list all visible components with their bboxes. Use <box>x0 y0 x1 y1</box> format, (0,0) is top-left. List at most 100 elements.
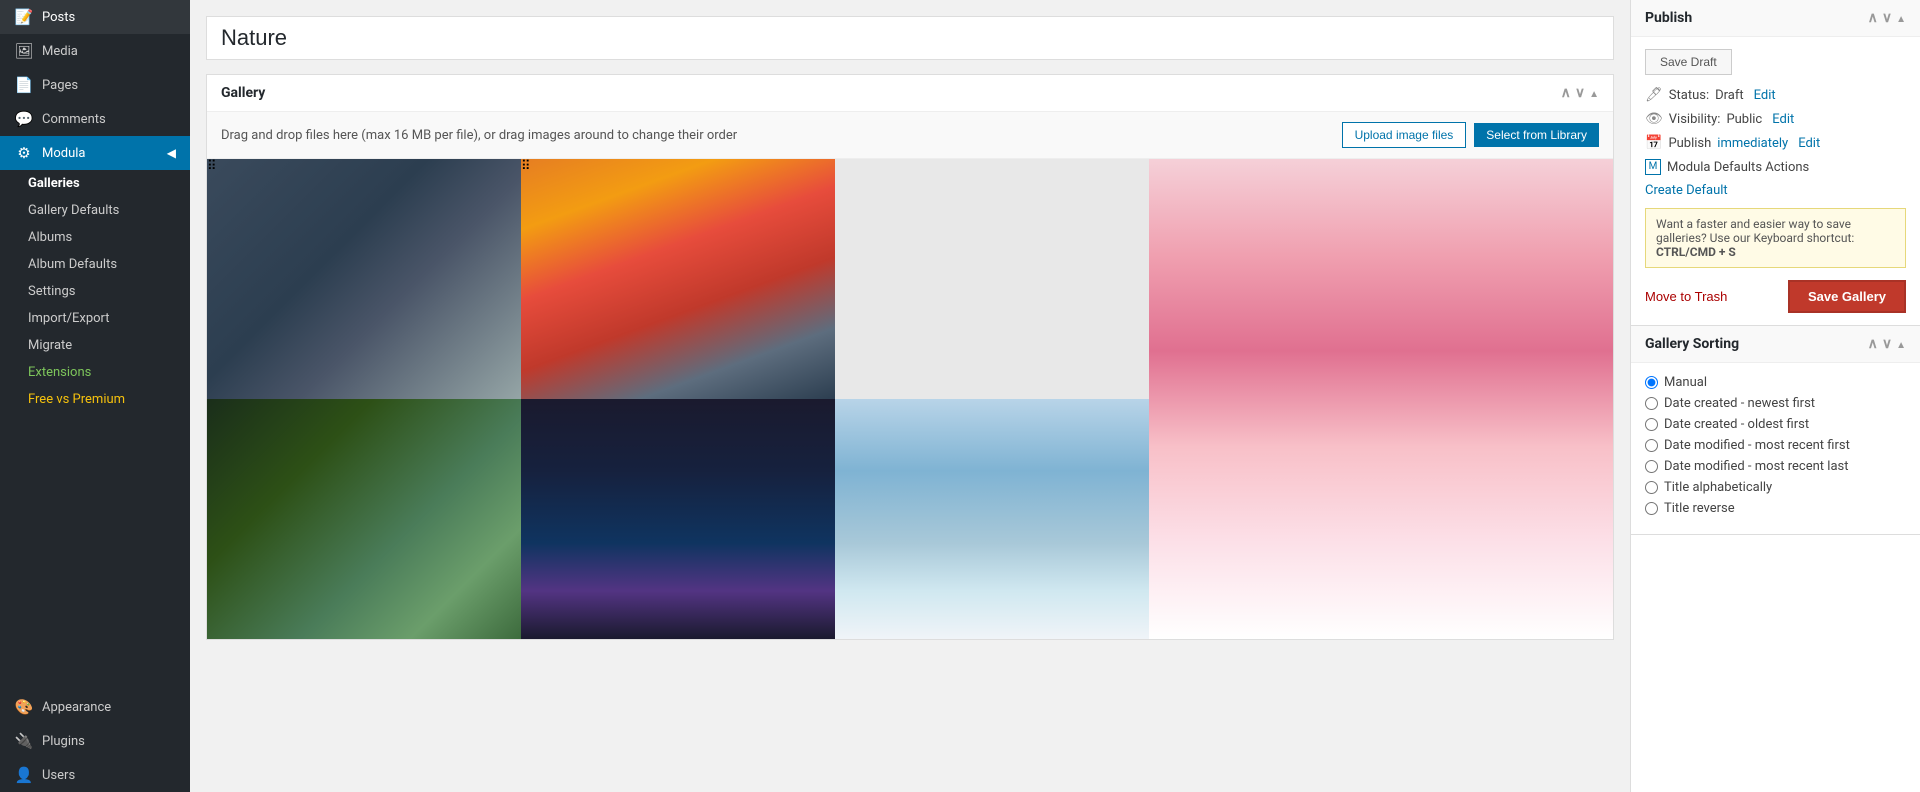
sort-option-title-alpha[interactable]: Title alphabetically <box>1645 480 1906 495</box>
sidebar-item-modula[interactable]: ⚙ Modula ◀ <box>0 136 190 170</box>
save-gallery-button[interactable]: Save Gallery <box>1788 280 1906 313</box>
sidebar-item-posts[interactable]: 📝 Posts <box>0 0 190 34</box>
modula-icon: ⚙ <box>14 144 34 162</box>
sort-label-date-mod-first: Date modified - most recent first <box>1664 438 1850 453</box>
modula-submenu: Galleries Gallery Defaults Albums Album … <box>0 170 190 413</box>
publish-collapse-up[interactable] <box>1868 10 1878 26</box>
gallery-image-4[interactable] <box>207 399 521 639</box>
sort-option-date-mod-last[interactable]: Date modified - most recent last <box>1645 459 1906 474</box>
gallery-panel-title: Gallery <box>221 85 1551 101</box>
sidebar-sub-albums[interactable]: Albums <box>0 224 190 251</box>
gallery-bottom-row <box>207 399 1149 639</box>
gallery-sorting-title: Gallery Sorting <box>1645 336 1860 352</box>
sidebar-sub-extensions[interactable]: Extensions <box>0 359 190 386</box>
sort-option-date-newest[interactable]: Date created - newest first <box>1645 396 1906 411</box>
gallery-image-large[interactable] <box>1149 159 1613 639</box>
publish-collapse-down[interactable] <box>1882 10 1892 26</box>
sorting-collapse-down[interactable] <box>1882 336 1892 352</box>
sorting-minimize[interactable] <box>1896 336 1906 352</box>
status-icon: 🖊 <box>1645 87 1663 103</box>
gallery-image-3[interactable] <box>835 159 1149 399</box>
select-from-library-button[interactable]: Select from Library <box>1474 123 1599 147</box>
sort-label-date-mod-last: Date modified - most recent last <box>1664 459 1848 474</box>
sidebar-sub-free-vs-premium[interactable]: Free vs Premium <box>0 386 190 413</box>
sidebar-item-appearance[interactable]: 🎨 Appearance <box>0 690 190 724</box>
gallery-left-columns: ⠿ ⠿ <box>207 159 1149 639</box>
sidebar-sub-galleries[interactable]: Galleries <box>0 170 190 197</box>
sidebar-sub-gallery-defaults[interactable]: Gallery Defaults <box>0 197 190 224</box>
gallery-title-input[interactable] <box>221 25 1599 51</box>
sort-radio-title-reverse[interactable] <box>1645 502 1658 515</box>
sort-option-date-oldest[interactable]: Date created - oldest first <box>1645 417 1906 432</box>
sidebar-sub-import-export[interactable]: Import/Export <box>0 305 190 332</box>
plugins-icon: 🔌 <box>14 732 34 750</box>
sort-option-title-reverse[interactable]: Title reverse <box>1645 501 1906 516</box>
gallery-panel-collapse-up[interactable] <box>1561 85 1571 101</box>
sidebar-item-label: Media <box>42 44 78 59</box>
sort-radio-date-mod-last[interactable] <box>1645 460 1658 473</box>
publish-action-row: Move to Trash Save Gallery <box>1645 280 1906 313</box>
sort-radio-date-newest[interactable] <box>1645 397 1658 410</box>
sorting-collapse-up[interactable] <box>1868 336 1878 352</box>
visibility-edit-link[interactable]: Edit <box>1772 112 1794 127</box>
publish-minimize[interactable] <box>1896 10 1906 26</box>
users-icon: 👤 <box>14 766 34 784</box>
gallery-image-5[interactable] <box>521 399 835 639</box>
sort-radio-date-oldest[interactable] <box>1645 418 1658 431</box>
posts-icon: 📝 <box>14 8 34 26</box>
publish-header-controls <box>1868 10 1906 26</box>
sort-label-date-oldest: Date created - oldest first <box>1664 417 1809 432</box>
publish-widget: Publish Save Draft 🖊 Status: Draft Edit … <box>1631 0 1920 326</box>
keyboard-shortcut: CTRL/CMD + S <box>1656 245 1736 259</box>
upload-image-files-button[interactable]: Upload image files <box>1342 122 1467 148</box>
sort-radio-manual[interactable] <box>1645 376 1658 389</box>
calendar-icon: 📅 <box>1645 135 1662 151</box>
move-to-trash-button[interactable]: Move to Trash <box>1645 289 1727 304</box>
modula-defaults-label: Modula Defaults Actions <box>1667 160 1809 175</box>
sidebar-item-label: Plugins <box>42 734 85 749</box>
sidebar-sub-album-defaults[interactable]: Album Defaults <box>0 251 190 278</box>
sidebar-item-comments[interactable]: 💬 Comments <box>0 102 190 136</box>
sidebar-item-plugins[interactable]: 🔌 Plugins <box>0 724 190 758</box>
gallery-panel-controls <box>1561 85 1599 101</box>
sidebar-item-label: Modula <box>42 146 86 161</box>
publish-date-row: 📅 Publish immediately Edit <box>1645 135 1906 151</box>
drag-indicator-1: ⠿ <box>207 159 521 174</box>
gallery-sorting-body: Manual Date created - newest first Date … <box>1631 363 1920 534</box>
visibility-icon: 👁 <box>1645 111 1663 127</box>
sidebar-item-label: Posts <box>42 10 75 25</box>
keyboard-hint-text: Want a faster and easier way to save gal… <box>1656 217 1854 245</box>
gallery-panel-minimize[interactable] <box>1589 85 1599 101</box>
sort-option-date-mod-first[interactable]: Date modified - most recent first <box>1645 438 1906 453</box>
sort-label-title-alpha: Title alphabetically <box>1664 480 1772 495</box>
save-draft-button[interactable]: Save Draft <box>1645 49 1732 75</box>
page-title-bar <box>206 16 1614 60</box>
visibility-row: 👁 Visibility: Public Edit <box>1645 111 1906 127</box>
status-edit-link[interactable]: Edit <box>1754 88 1776 103</box>
sidebar-item-users[interactable]: 👤 Users <box>0 758 190 792</box>
gallery-image-6[interactable] <box>835 399 1149 639</box>
sidebar-item-label: Users <box>42 768 75 783</box>
sidebar-sub-migrate[interactable]: Migrate <box>0 332 190 359</box>
create-default-link[interactable]: Create Default <box>1645 183 1906 198</box>
sort-label-title-reverse: Title reverse <box>1664 501 1735 516</box>
sidebar-sub-settings[interactable]: Settings <box>0 278 190 305</box>
gallery-image-1[interactable]: ⠿ <box>207 159 521 399</box>
sort-radio-date-mod-first[interactable] <box>1645 439 1658 452</box>
gallery-panel: Gallery Drag and drop files here (max 16… <box>206 74 1614 640</box>
gallery-grid: ⠿ ⠿ <box>207 159 1613 639</box>
sidebar-item-label: Pages <box>42 78 78 93</box>
sidebar-item-media[interactable]: 🖼 Media <box>0 34 190 68</box>
pages-icon: 📄 <box>14 76 34 94</box>
sidebar-item-label: Appearance <box>42 700 111 715</box>
sort-radio-title-alpha[interactable] <box>1645 481 1658 494</box>
publish-edit-link[interactable]: Edit <box>1798 136 1820 151</box>
modula-defaults-row: M Modula Defaults Actions <box>1645 159 1906 175</box>
publish-title: Publish <box>1645 10 1860 26</box>
gallery-image-2[interactable]: ⠿ <box>521 159 835 399</box>
sort-option-manual[interactable]: Manual <box>1645 375 1906 390</box>
gallery-panel-collapse-down[interactable] <box>1575 85 1585 101</box>
sidebar-item-pages[interactable]: 📄 Pages <box>0 68 190 102</box>
sort-label-manual: Manual <box>1664 375 1707 390</box>
sort-label-date-newest: Date created - newest first <box>1664 396 1815 411</box>
